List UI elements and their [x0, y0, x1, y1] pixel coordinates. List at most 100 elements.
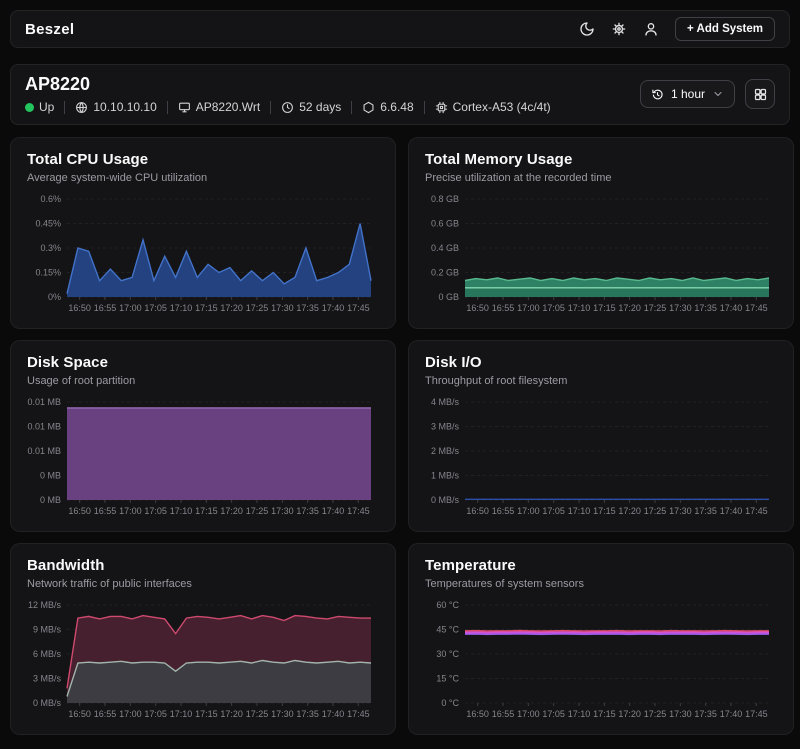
- system-status: Up: [25, 100, 54, 114]
- svg-text:17:35: 17:35: [296, 303, 319, 313]
- svg-text:3 MB/s: 3 MB/s: [431, 422, 460, 432]
- user-menu-button[interactable]: [643, 21, 659, 37]
- svg-text:16:55: 16:55: [492, 303, 515, 313]
- svg-text:17:30: 17:30: [669, 506, 692, 516]
- svg-text:0 °C: 0 °C: [441, 698, 459, 708]
- svg-text:17:05: 17:05: [542, 506, 565, 516]
- svg-text:0 MB: 0 MB: [40, 471, 61, 481]
- history-clock-icon: [651, 88, 664, 101]
- chart-subtitle: Network traffic of public interfaces: [27, 578, 379, 590]
- add-system-button[interactable]: + Add System: [675, 17, 775, 41]
- disk-space-chart[interactable]: 0.01 MB0.01 MB0.01 MB0 MB0 MB16:5016:551…: [27, 396, 379, 521]
- system-uptime: 52 days: [281, 100, 341, 114]
- svg-text:17:30: 17:30: [271, 303, 294, 313]
- svg-text:9 MB/s: 9 MB/s: [33, 625, 62, 635]
- svg-text:17:15: 17:15: [195, 709, 218, 719]
- svg-text:4 MB/s: 4 MB/s: [431, 397, 460, 407]
- temperature-chart[interactable]: 60 °C45 °C30 °C15 °C0 °C16:5016:5517:001…: [425, 599, 777, 724]
- chart-title: Total CPU Usage: [27, 151, 379, 168]
- svg-text:17:45: 17:45: [745, 506, 768, 516]
- time-range-select[interactable]: 1 hour: [640, 80, 735, 108]
- theme-toggle-button[interactable]: [579, 21, 595, 37]
- divider: [64, 101, 65, 114]
- svg-text:17:10: 17:10: [170, 506, 193, 516]
- svg-text:0.2 GB: 0.2 GB: [431, 268, 459, 278]
- temperature-card: Temperature Temperatures of system senso…: [408, 543, 794, 735]
- svg-text:30 °C: 30 °C: [436, 649, 459, 659]
- svg-text:17:25: 17:25: [644, 303, 667, 313]
- svg-text:16:50: 16:50: [68, 709, 91, 719]
- chart-subtitle: Throughput of root filesystem: [425, 375, 777, 387]
- memory-usage-card: Total Memory Usage Precise utilization a…: [408, 137, 794, 329]
- svg-text:17:25: 17:25: [644, 709, 667, 719]
- svg-text:0.4 GB: 0.4 GB: [431, 243, 459, 253]
- charts-grid: Total CPU Usage Average system-wide CPU …: [10, 137, 790, 735]
- svg-text:17:25: 17:25: [246, 303, 269, 313]
- svg-text:17:45: 17:45: [347, 303, 370, 313]
- svg-text:17:05: 17:05: [144, 709, 167, 719]
- svg-text:17:10: 17:10: [568, 709, 591, 719]
- memory-usage-chart[interactable]: 0.8 GB0.6 GB0.4 GB0.2 GB0 GB16:5016:5517…: [425, 193, 777, 318]
- cpu-usage-card: Total CPU Usage Average system-wide CPU …: [10, 137, 396, 329]
- svg-text:17:10: 17:10: [568, 506, 591, 516]
- svg-text:17:00: 17:00: [119, 506, 142, 516]
- bandwidth-chart[interactable]: 12 MB/s9 MB/s6 MB/s3 MB/s0 MB/s16:5016:5…: [27, 599, 379, 724]
- svg-text:17:00: 17:00: [517, 303, 540, 313]
- system-name: AP8220: [25, 74, 551, 95]
- svg-text:17:10: 17:10: [170, 303, 193, 313]
- app-logo[interactable]: Beszel: [25, 21, 74, 38]
- svg-text:0.6%: 0.6%: [40, 194, 61, 204]
- svg-text:17:35: 17:35: [694, 506, 717, 516]
- svg-text:17:25: 17:25: [644, 506, 667, 516]
- svg-text:17:25: 17:25: [246, 709, 269, 719]
- svg-text:17:00: 17:00: [119, 303, 142, 313]
- svg-text:45 °C: 45 °C: [436, 625, 459, 635]
- system-ip: 10.10.10.10: [75, 100, 156, 114]
- svg-text:16:55: 16:55: [492, 506, 515, 516]
- svg-text:0.01 MB: 0.01 MB: [27, 397, 61, 407]
- svg-text:17:15: 17:15: [593, 506, 616, 516]
- chart-title: Disk I/O: [425, 354, 777, 371]
- settings-button[interactable]: [611, 21, 627, 37]
- svg-text:17:30: 17:30: [271, 709, 294, 719]
- app-header: Beszel + Add System: [10, 10, 790, 48]
- svg-text:12 MB/s: 12 MB/s: [28, 600, 62, 610]
- svg-text:0.45%: 0.45%: [35, 219, 61, 229]
- svg-text:17:15: 17:15: [593, 303, 616, 313]
- system-controls: 1 hour: [640, 79, 775, 109]
- chart-layout-button[interactable]: [745, 79, 775, 109]
- svg-text:0.01 MB: 0.01 MB: [27, 446, 61, 456]
- moon-icon: [579, 21, 595, 37]
- cpu-usage-chart[interactable]: 0.6%0.45%0.3%0.15%0%16:5016:5517:0017:05…: [27, 193, 379, 318]
- chart-title: Total Memory Usage: [425, 151, 777, 168]
- svg-text:16:50: 16:50: [466, 506, 489, 516]
- globe-icon: [75, 101, 88, 114]
- svg-text:16:55: 16:55: [492, 709, 515, 719]
- svg-text:17:20: 17:20: [618, 506, 641, 516]
- clock-icon: [281, 101, 294, 114]
- svg-text:17:15: 17:15: [195, 303, 218, 313]
- svg-text:17:25: 17:25: [246, 506, 269, 516]
- svg-text:2 MB/s: 2 MB/s: [431, 446, 460, 456]
- svg-text:17:35: 17:35: [694, 709, 717, 719]
- svg-text:16:50: 16:50: [68, 303, 91, 313]
- svg-text:6 MB/s: 6 MB/s: [33, 649, 62, 659]
- disk-io-chart[interactable]: 4 MB/s3 MB/s2 MB/s1 MB/s0 MB/s16:5016:55…: [425, 396, 777, 521]
- svg-text:0.8 GB: 0.8 GB: [431, 194, 459, 204]
- svg-text:17:40: 17:40: [322, 303, 345, 313]
- divider: [351, 101, 352, 114]
- svg-text:15 °C: 15 °C: [436, 674, 459, 684]
- svg-text:17:40: 17:40: [720, 709, 743, 719]
- disk-space-card: Disk Space Usage of root partition 0.01 …: [10, 340, 396, 532]
- svg-text:17:40: 17:40: [322, 709, 345, 719]
- cpu-chip-icon: [435, 101, 448, 114]
- user-icon: [643, 21, 659, 37]
- svg-text:16:55: 16:55: [94, 709, 117, 719]
- header-actions: + Add System: [579, 17, 775, 41]
- svg-text:0.3%: 0.3%: [40, 243, 61, 253]
- bandwidth-card: Bandwidth Network traffic of public inte…: [10, 543, 396, 735]
- system-hostname: AP8220.Wrt: [178, 100, 260, 114]
- svg-text:17:20: 17:20: [220, 303, 243, 313]
- svg-text:17:40: 17:40: [720, 303, 743, 313]
- system-kernel-version: 6.6.48: [362, 100, 413, 114]
